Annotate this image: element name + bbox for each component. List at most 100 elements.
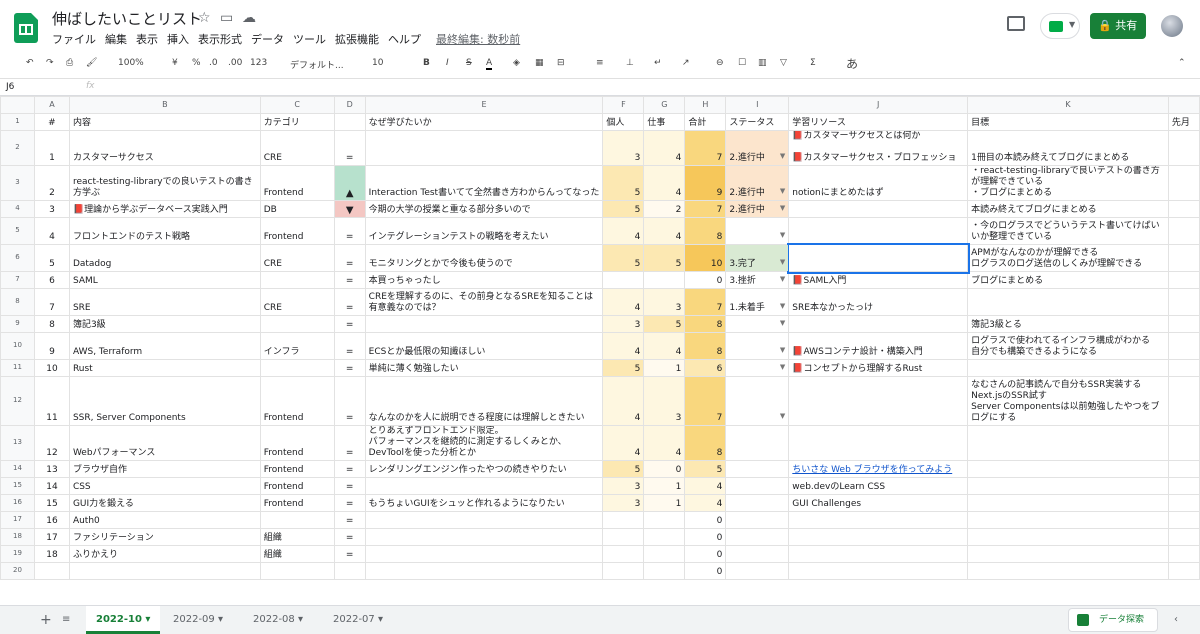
cell-content[interactable]: GUI力を鍛える (68, 494, 261, 512)
cell-work[interactable]: 4 (643, 425, 686, 461)
cell-total[interactable]: 4 (684, 477, 727, 495)
cell-work[interactable]: 4 (643, 165, 686, 201)
cell-last-month[interactable] (1167, 376, 1200, 426)
column-header[interactable]: H (684, 96, 727, 114)
cell-personal[interactable]: 5 (602, 359, 645, 377)
cell-total[interactable]: 0 (684, 545, 727, 563)
cell-content[interactable]: Webパフォーマンス (68, 425, 261, 461)
cell-last-month[interactable] (1167, 217, 1200, 245)
cell-last-month[interactable] (1167, 460, 1200, 478)
cell-status[interactable]: ▼ (725, 315, 790, 333)
cell-resource[interactable] (788, 545, 969, 563)
row-number[interactable]: 18 (0, 528, 35, 546)
cell-content[interactable]: ファシリテーション (68, 528, 261, 546)
cell-work[interactable]: 3 (643, 288, 686, 316)
cell-content[interactable]: Rust (68, 359, 261, 377)
cell-category[interactable]: Frontend (259, 165, 335, 201)
cell-status[interactable] (725, 528, 790, 546)
borders-icon[interactable]: ▦ (535, 58, 544, 68)
cell-last-month[interactable] (1167, 271, 1200, 289)
cell-status[interactable] (725, 511, 790, 529)
row-number[interactable]: 10 (0, 332, 35, 360)
cell-reason[interactable] (364, 528, 604, 546)
row-number[interactable]: 7 (0, 271, 35, 289)
sheet-tab-2022-07[interactable]: 2022-07 ▾ (323, 606, 393, 634)
cell-status[interactable] (725, 494, 790, 512)
cell-content[interactable]: ブラウザ自作 (68, 460, 261, 478)
cell-reason[interactable]: もうちょいGUIをシュッと作れるようになりたい (364, 494, 604, 512)
cell-category[interactable]: Frontend (259, 425, 335, 461)
cell-number[interactable]: 2 (33, 165, 70, 201)
cell-reason[interactable]: 今期の大学の授業と重なる部分多いので (364, 200, 604, 218)
cell-total[interactable]: 0 (684, 511, 727, 529)
cell-number[interactable]: 11 (33, 376, 70, 426)
cell-last-month[interactable] (1167, 359, 1200, 377)
column-header[interactable]: E (364, 96, 604, 114)
cell-status[interactable] (725, 460, 790, 478)
cell-total[interactable]: 9 (684, 165, 727, 201)
cell-last-month[interactable] (1167, 200, 1200, 218)
cell-status[interactable]: ▼ (725, 376, 790, 426)
print-icon[interactable]: ⎙ (66, 58, 73, 68)
row-number[interactable]: 17 (0, 511, 35, 529)
cell-trend[interactable]: = (333, 528, 366, 546)
meet-button[interactable]: ▼ (1040, 13, 1080, 39)
cell-goal[interactable]: ・今のログラスでどういうテスト書いてけばいいか整理できている (967, 217, 1169, 245)
cell-resource[interactable] (788, 528, 969, 546)
cell-personal[interactable]: 5 (602, 460, 645, 478)
font-select[interactable]: デフォルト... (290, 58, 344, 71)
cell-reason[interactable] (364, 545, 604, 563)
menu-edit[interactable]: 編集 (105, 31, 127, 47)
share-button[interactable]: 🔒 共有 (1090, 13, 1146, 39)
menu-help[interactable]: ヘルプ (388, 31, 421, 47)
cell-personal[interactable]: 4 (602, 217, 645, 245)
column-header[interactable]: K (967, 96, 1169, 114)
cell-last-month[interactable] (1167, 528, 1200, 546)
cell-personal[interactable] (602, 528, 645, 546)
cell-resource[interactable] (788, 562, 969, 580)
cell-category[interactable]: Frontend (259, 477, 335, 495)
cell-last-month[interactable] (1167, 562, 1200, 580)
cell-last-month[interactable] (1167, 315, 1200, 333)
cell-resource[interactable]: notionにまとめたはず (788, 165, 969, 201)
menu-insert[interactable]: 挿入 (167, 31, 189, 47)
cell-trend[interactable]: = (333, 288, 366, 316)
cell-trend[interactable] (333, 562, 366, 580)
cell-reason[interactable]: ECSとか最低限の知識ほしい (364, 332, 604, 360)
cell-content[interactable]: Datadog (68, 244, 261, 272)
cell-category[interactable] (259, 315, 335, 333)
cell-category[interactable]: Frontend (259, 460, 335, 478)
cell-reason[interactable]: CREを理解するのに、その前身となるSREを知ることは有意義なのでは？ (364, 288, 604, 316)
row-number[interactable]: 3 (0, 165, 35, 201)
cell-category[interactable] (259, 271, 335, 289)
cell-number[interactable]: 10 (33, 359, 70, 377)
cell-resource[interactable] (788, 425, 969, 461)
cell-reason[interactable]: 本買っちゃったし (364, 271, 604, 289)
cell-status[interactable]: 3.完了 ▼ (725, 244, 790, 272)
cell-total[interactable]: 0 (684, 271, 727, 289)
cell-resource[interactable]: 学習リソース (788, 113, 969, 131)
cell-status[interactable] (725, 477, 790, 495)
cell-total[interactable]: 5 (684, 460, 727, 478)
row-number[interactable]: 1 (0, 113, 35, 131)
sheet-tab-2022-08[interactable]: 2022-08 ▾ (243, 606, 313, 634)
cell-number[interactable]: 8 (33, 315, 70, 333)
cell-total[interactable]: 4 (684, 494, 727, 512)
cell-goal[interactable] (967, 477, 1169, 495)
cell-category[interactable]: 組織 (259, 545, 335, 563)
cell-personal[interactable] (602, 545, 645, 563)
cell-goal[interactable] (967, 460, 1169, 478)
input-tools-button[interactable]: あ (846, 55, 858, 72)
cell-goal[interactable] (967, 545, 1169, 563)
cell-resource[interactable]: 📕SAML入門 (788, 271, 969, 289)
cell-number[interactable]: 14 (33, 477, 70, 495)
cell-content[interactable]: SAML (68, 271, 261, 289)
cell-goal[interactable]: ログラスで使われてるインフラ構成がわかる 自分でも構築できるようになる (967, 332, 1169, 360)
cell-work[interactable]: 1 (643, 359, 686, 377)
sheet-tab-2022-10[interactable]: 2022-10 ▾ (86, 606, 161, 634)
cell-total[interactable]: 10 (684, 244, 727, 272)
cell-work[interactable]: 4 (643, 130, 686, 166)
cell-number[interactable]: 12 (33, 425, 70, 461)
cell-resource[interactable] (788, 217, 969, 245)
cell-resource[interactable]: web.devのLearn CSS (788, 477, 969, 495)
